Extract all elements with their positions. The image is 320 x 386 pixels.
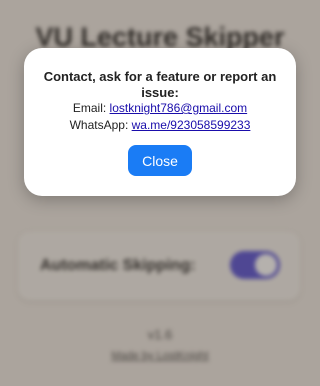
- email-label: Email:: [72, 101, 110, 115]
- close-button[interactable]: Close: [128, 145, 192, 176]
- whatsapp-line: WhatsApp: wa.me/923058599233: [24, 118, 296, 133]
- modal-heading: Contact, ask for a feature or report an …: [43, 69, 277, 100]
- contact-modal: Contact, ask for a feature or report an …: [24, 48, 296, 196]
- email-line: Email: lostknight786@gmail.com: [24, 101, 296, 116]
- email-link[interactable]: lostknight786@gmail.com: [110, 101, 248, 115]
- whatsapp-link[interactable]: wa.me/923058599233: [132, 118, 251, 132]
- extension-popup: VU Lecture Skipper Automatic Skipping: v…: [0, 0, 320, 386]
- whatsapp-label: WhatsApp:: [69, 118, 132, 132]
